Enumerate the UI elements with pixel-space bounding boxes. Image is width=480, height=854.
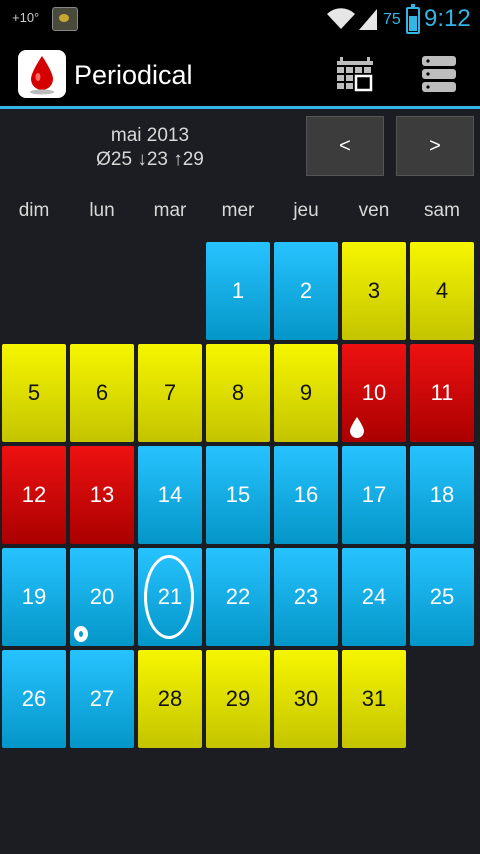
day-cell-28[interactable]: 28	[138, 650, 202, 748]
day-number: 17	[361, 482, 387, 507]
day-number: 16	[293, 482, 319, 507]
day-cell-13[interactable]: 13	[70, 446, 134, 544]
day-cell-27[interactable]: 27	[70, 650, 134, 748]
day-number: 8	[231, 380, 245, 405]
day-cell-12[interactable]: 12	[2, 446, 66, 544]
day-number: 25	[429, 584, 455, 609]
day-cell-15[interactable]: 15	[206, 446, 270, 544]
day-cell-2[interactable]: 2	[274, 242, 338, 340]
day-cell-18[interactable]: 18	[410, 446, 474, 544]
day-number: 6	[95, 380, 109, 405]
day-cell-16[interactable]: 16	[274, 446, 338, 544]
day-cell-1[interactable]: 1	[206, 242, 270, 340]
day-number: 31	[361, 686, 387, 711]
day-cell-30[interactable]: 30	[274, 650, 338, 748]
day-number: 26	[21, 686, 47, 711]
day-number: 14	[157, 482, 183, 507]
day-number: 15	[225, 482, 251, 507]
day-cell-24[interactable]: 24	[342, 548, 406, 646]
day-cell-5[interactable]: 5	[2, 344, 66, 442]
day-number: 19	[21, 584, 47, 609]
day-number: 20	[89, 584, 115, 609]
day-number: 29	[225, 686, 251, 711]
day-cell-10[interactable]: 10	[342, 344, 406, 442]
day-number: 24	[361, 584, 387, 609]
today-ring-icon	[144, 555, 194, 639]
day-number: 3	[367, 278, 381, 303]
day-number: 2	[299, 278, 313, 303]
day-cell-4[interactable]: 4	[410, 242, 474, 340]
ovulation-o-icon	[74, 626, 88, 642]
day-cell-8[interactable]: 8	[206, 344, 270, 442]
day-number: 7	[163, 380, 177, 405]
day-cell-9[interactable]: 9	[274, 344, 338, 442]
day-cell-19[interactable]: 19	[2, 548, 66, 646]
day-cell-25[interactable]: 25	[410, 548, 474, 646]
day-number: 12	[21, 482, 47, 507]
day-cell-29[interactable]: 29	[206, 650, 270, 748]
day-cell-6[interactable]: 6	[70, 344, 134, 442]
day-number: 5	[27, 380, 41, 405]
day-cell-23[interactable]: 23	[274, 548, 338, 646]
day-cell-11[interactable]: 11	[410, 344, 474, 442]
day-number: 11	[430, 380, 454, 405]
day-cell-26[interactable]: 26	[2, 650, 66, 748]
day-number: 23	[293, 584, 319, 609]
day-number: 27	[89, 686, 115, 711]
day-number: 9	[299, 380, 313, 405]
day-cell-22[interactable]: 22	[206, 548, 270, 646]
day-number: 28	[157, 686, 183, 711]
day-cell-31[interactable]: 31	[342, 650, 406, 748]
day-cell-17[interactable]: 17	[342, 446, 406, 544]
day-number: 18	[429, 482, 455, 507]
day-cell-7[interactable]: 7	[138, 344, 202, 442]
day-number: 13	[89, 482, 115, 507]
day-cell-3[interactable]: 3	[342, 242, 406, 340]
day-number: 22	[225, 584, 251, 609]
day-number: 4	[435, 278, 449, 303]
day-number: 10	[361, 380, 387, 405]
calendar-grid: 1 2 3 4 5 6 7 8 9 10 11 12 13 14 15 16 17 18 19 20 21 22 23 24 2…	[0, 0, 480, 854]
day-number: 30	[293, 686, 319, 711]
drop-icon	[350, 417, 364, 438]
day-cell-20[interactable]: 20	[70, 548, 134, 646]
day-cell-21[interactable]: 21	[138, 548, 202, 646]
day-number: 1	[231, 278, 245, 303]
day-cell-14[interactable]: 14	[138, 446, 202, 544]
